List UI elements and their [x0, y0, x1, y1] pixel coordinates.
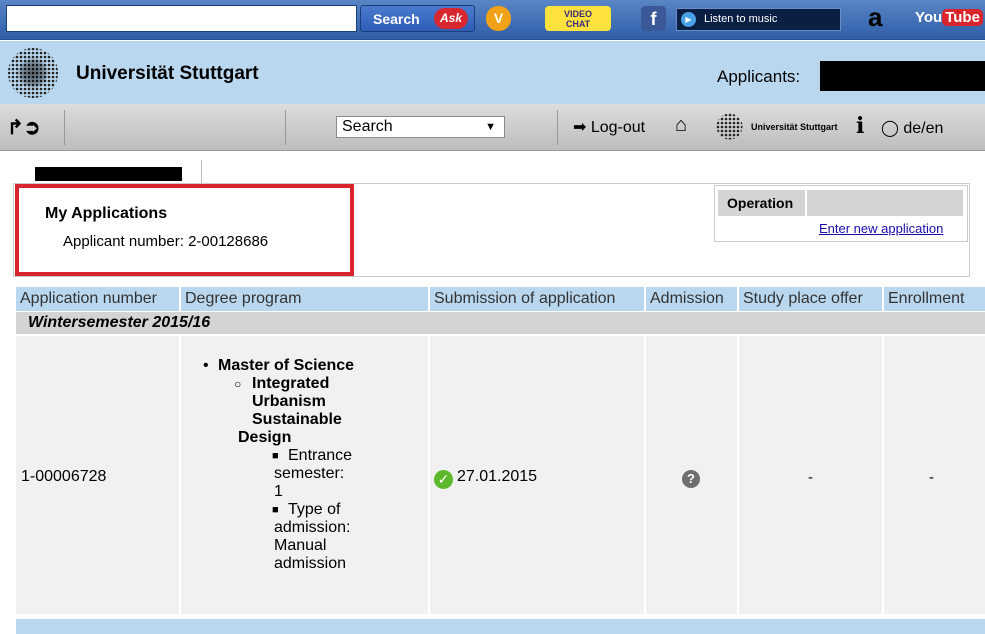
application-number: 1-00006728	[21, 468, 107, 485]
navigation-bar: ↱➲ Search ▼ ➡ Log-out ⌂ Universität Stut…	[0, 104, 985, 151]
column-header[interactable]: Submission of application	[430, 287, 644, 311]
column-header[interactable]: Application number	[16, 287, 179, 311]
column-header[interactable]: Enrollment	[884, 287, 985, 311]
video-chat-label-1: VIDEO	[563, 9, 592, 19]
nav-separator	[64, 110, 65, 145]
detail-item: ■ Entrance semester: 1	[198, 447, 433, 501]
back-forward-icon[interactable]: ↱➲	[7, 115, 41, 140]
enrollment-status: -	[929, 469, 934, 486]
degree-label: Master of Science	[218, 357, 355, 374]
square-bullet-icon: ■	[272, 450, 279, 462]
highlight-box	[15, 184, 354, 276]
semester-row: Wintersemester 2015/16	[16, 312, 985, 334]
language-switch[interactable]: ◯ de/en	[881, 118, 943, 138]
detail-line: semester:	[274, 465, 345, 482]
nav-separator	[557, 110, 558, 145]
toolbar-search-button[interactable]: Search Ask	[360, 5, 475, 32]
youtube-label-1: You	[915, 9, 943, 26]
v-addon-icon[interactable]: V	[486, 6, 511, 31]
degree-item: • Master of Science	[198, 357, 433, 375]
column-header[interactable]: Admission	[646, 287, 737, 311]
play-icon: ▶	[681, 12, 696, 27]
browser-toolbar: Search Ask V VIDEO CHAT f ▶ Listen to mu…	[0, 0, 985, 40]
nav-separator	[285, 110, 286, 145]
study-place-offer: -	[808, 469, 813, 486]
university-name: Universität Stuttgart	[76, 63, 259, 84]
operation-label: Operation	[727, 195, 794, 211]
chevron-down-icon: ▼	[485, 121, 496, 133]
university-small-logo-icon[interactable]	[716, 113, 743, 140]
page-title: My Applications	[45, 205, 168, 222]
youtube-label-2: Tube	[942, 9, 983, 26]
program-item: ○ Integrated Urbanism Sustainable Design	[198, 375, 433, 447]
listen-to-music-label: Listen to music	[704, 13, 778, 25]
tab-label-redacted[interactable]	[35, 167, 182, 181]
submission-date: 27.01.2015	[457, 468, 538, 485]
university-header: Universität Stuttgart Applicants:	[0, 41, 985, 104]
detail-line: Entrance	[288, 447, 353, 464]
search-select[interactable]: Search ▼	[336, 116, 505, 138]
operation-header: Operation	[718, 190, 963, 216]
check-icon: ✓	[434, 470, 453, 489]
question-icon[interactable]: ?	[682, 470, 700, 488]
youtube-icon[interactable]: You Tube	[915, 9, 983, 32]
ask-logo-icon: Ask	[434, 8, 468, 29]
amazon-icon[interactable]: a	[868, 2, 882, 33]
video-chat-label-2: CHAT	[565, 19, 591, 29]
video-chat-icon[interactable]: VIDEO CHAT	[545, 6, 611, 31]
search-select-value: Search	[342, 118, 393, 135]
info-icon[interactable]: i	[856, 113, 864, 139]
circle-bullet-icon: ○	[234, 377, 242, 391]
applicant-name-redacted	[820, 61, 985, 91]
applicant-number: Applicant number: 2-00128686	[63, 233, 269, 250]
degree-program-list: • Master of Science ○ Integrated Urbanis…	[198, 357, 433, 573]
operation-header-divider	[805, 190, 807, 216]
speech-bubble-icon: ◯	[881, 120, 899, 137]
program-line: Design	[238, 429, 292, 446]
column-header[interactable]: Study place offer	[739, 287, 882, 311]
semester-label: Wintersemester 2015/16	[28, 314, 211, 331]
table-row[interactable]: 1-00006728 • Master of Science ○ Integra…	[16, 336, 985, 614]
table-cell	[884, 336, 985, 614]
program-line: Urbanism	[252, 393, 326, 410]
square-bullet-icon: ■	[272, 504, 279, 516]
column-header[interactable]: Degree program	[181, 287, 428, 311]
toolbar-search-label: Search	[373, 11, 420, 27]
logout-button[interactable]: ➡ Log-out	[573, 117, 645, 137]
detail-line: admission	[274, 555, 347, 572]
toolbar-search-input[interactable]	[6, 5, 357, 32]
detail-line: Manual	[274, 537, 327, 554]
small-university-name[interactable]: Universität Stuttgart	[751, 122, 838, 132]
enter-new-application-link[interactable]: Enter new application	[819, 221, 943, 236]
home-icon[interactable]: ⌂	[675, 114, 687, 137]
university-logo-icon	[8, 48, 58, 98]
program-line: Sustainable	[252, 411, 342, 428]
language-label: de/en	[903, 120, 944, 137]
detail-line: 1	[274, 483, 283, 500]
logout-icon: ➡	[573, 119, 587, 136]
disc-bullet-icon: •	[203, 357, 209, 374]
facebook-icon[interactable]: f	[641, 6, 666, 31]
detail-item: ■ Type of admission: Manual admission	[198, 501, 433, 573]
tab-divider	[201, 160, 202, 185]
detail-line: admission:	[274, 519, 351, 536]
logout-label: Log-out	[590, 119, 646, 136]
program-line: Integrated	[252, 375, 330, 392]
applicants-label: Applicants:	[717, 67, 801, 86]
table-footer	[16, 619, 985, 634]
detail-line: Type of	[288, 501, 341, 518]
listen-to-music-button[interactable]: ▶ Listen to music	[676, 8, 841, 31]
table-header: Application number Degree program Submis…	[16, 287, 985, 311]
